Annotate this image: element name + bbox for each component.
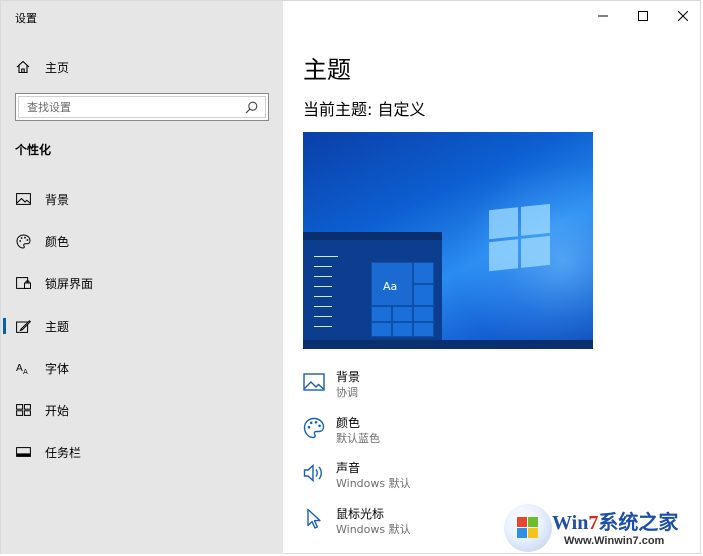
maximize-button[interactable] bbox=[623, 4, 663, 28]
sidebar-item-label: 背景 bbox=[45, 192, 70, 207]
sidebar-item-background[interactable]: 背景 bbox=[1, 181, 283, 217]
sidebar-item-fonts[interactable]: AA 字体 bbox=[1, 350, 283, 386]
svg-text:A: A bbox=[23, 368, 28, 375]
option-subtitle: 协调 bbox=[336, 386, 358, 399]
app-title: 设置 bbox=[15, 12, 37, 25]
search-icon[interactable] bbox=[243, 99, 259, 115]
home-icon bbox=[15, 59, 31, 75]
taskbar-icon bbox=[15, 444, 31, 460]
close-button[interactable] bbox=[663, 4, 703, 28]
theme-icon bbox=[15, 318, 31, 334]
search-input[interactable] bbox=[25, 95, 243, 119]
maximize-icon bbox=[638, 11, 648, 21]
sidebar-item-start[interactable]: 开始 bbox=[1, 392, 283, 428]
sidebar-item-colors[interactable]: 颜色 bbox=[1, 223, 283, 259]
option-title: 颜色 bbox=[336, 416, 361, 430]
option-subtitle: 默认蓝色 bbox=[336, 432, 380, 445]
cursor-icon bbox=[303, 508, 325, 530]
section-title: 个性化 bbox=[15, 143, 52, 157]
minimize-button[interactable] bbox=[583, 4, 623, 28]
sidebar-item-label: 任务栏 bbox=[45, 445, 82, 460]
picture-icon bbox=[15, 191, 31, 207]
search-box[interactable] bbox=[15, 93, 269, 121]
home-label: 主页 bbox=[45, 60, 70, 75]
svg-text:A: A bbox=[16, 363, 23, 374]
palette-icon bbox=[303, 417, 325, 439]
sidebar-item-label: 字体 bbox=[45, 361, 70, 376]
lock-screen-icon bbox=[15, 275, 31, 291]
watermark-url: Www.Winwin7.com bbox=[564, 535, 665, 547]
sidebar-item-label: 开始 bbox=[45, 403, 70, 418]
sidebar-item-themes[interactable]: 主题 bbox=[1, 308, 283, 344]
start-icon bbox=[15, 402, 31, 418]
option-sounds[interactable]: 声音 Windows 默认 bbox=[303, 461, 411, 491]
sidebar-item-lock-screen[interactable]: 锁屏界面 bbox=[1, 265, 283, 301]
watermark-title: Win7系统之家 bbox=[552, 512, 679, 534]
picture-icon bbox=[303, 371, 325, 393]
option-title: 背景 bbox=[336, 370, 361, 384]
preview-taskbar bbox=[303, 340, 593, 349]
watermark-logo bbox=[504, 504, 552, 552]
option-background[interactable]: 背景 协调 bbox=[303, 370, 360, 400]
option-colors[interactable]: 颜色 默认蓝色 bbox=[303, 416, 380, 446]
option-mouse-cursor[interactable]: 鼠标光标 Windows 默认 bbox=[303, 507, 411, 537]
close-icon bbox=[678, 11, 688, 21]
sidebar-item-label: 颜色 bbox=[45, 234, 70, 249]
sidebar: 设置 主页 个性化 背景 颜色 锁屏界面 主题 bbox=[1, 1, 283, 554]
page-title: 主题 bbox=[303, 56, 351, 84]
font-icon: AA bbox=[15, 360, 31, 376]
option-title: 鼠标光标 bbox=[336, 507, 385, 521]
option-subtitle: Windows 默认 bbox=[336, 523, 411, 536]
option-subtitle: Windows 默认 bbox=[336, 477, 411, 490]
windows-logo bbox=[489, 203, 551, 273]
palette-icon bbox=[15, 233, 31, 249]
current-theme-label: 当前主题: 自定义 bbox=[303, 100, 426, 119]
theme-preview: Aa bbox=[303, 132, 593, 349]
sidebar-item-label: 锁屏界面 bbox=[45, 276, 94, 291]
sidebar-item-label: 主题 bbox=[45, 319, 70, 334]
sidebar-item-taskbar[interactable]: 任务栏 bbox=[1, 434, 283, 470]
preview-tile-label: Aa bbox=[383, 280, 398, 293]
minimize-icon bbox=[598, 15, 608, 17]
home-link[interactable]: 主页 bbox=[15, 57, 69, 77]
preview-tile: Aa bbox=[371, 262, 434, 337]
option-title: 声音 bbox=[336, 461, 361, 475]
speaker-icon bbox=[303, 462, 325, 484]
watermark: Win7系统之家 Www.Winwin7.com bbox=[502, 502, 702, 554]
